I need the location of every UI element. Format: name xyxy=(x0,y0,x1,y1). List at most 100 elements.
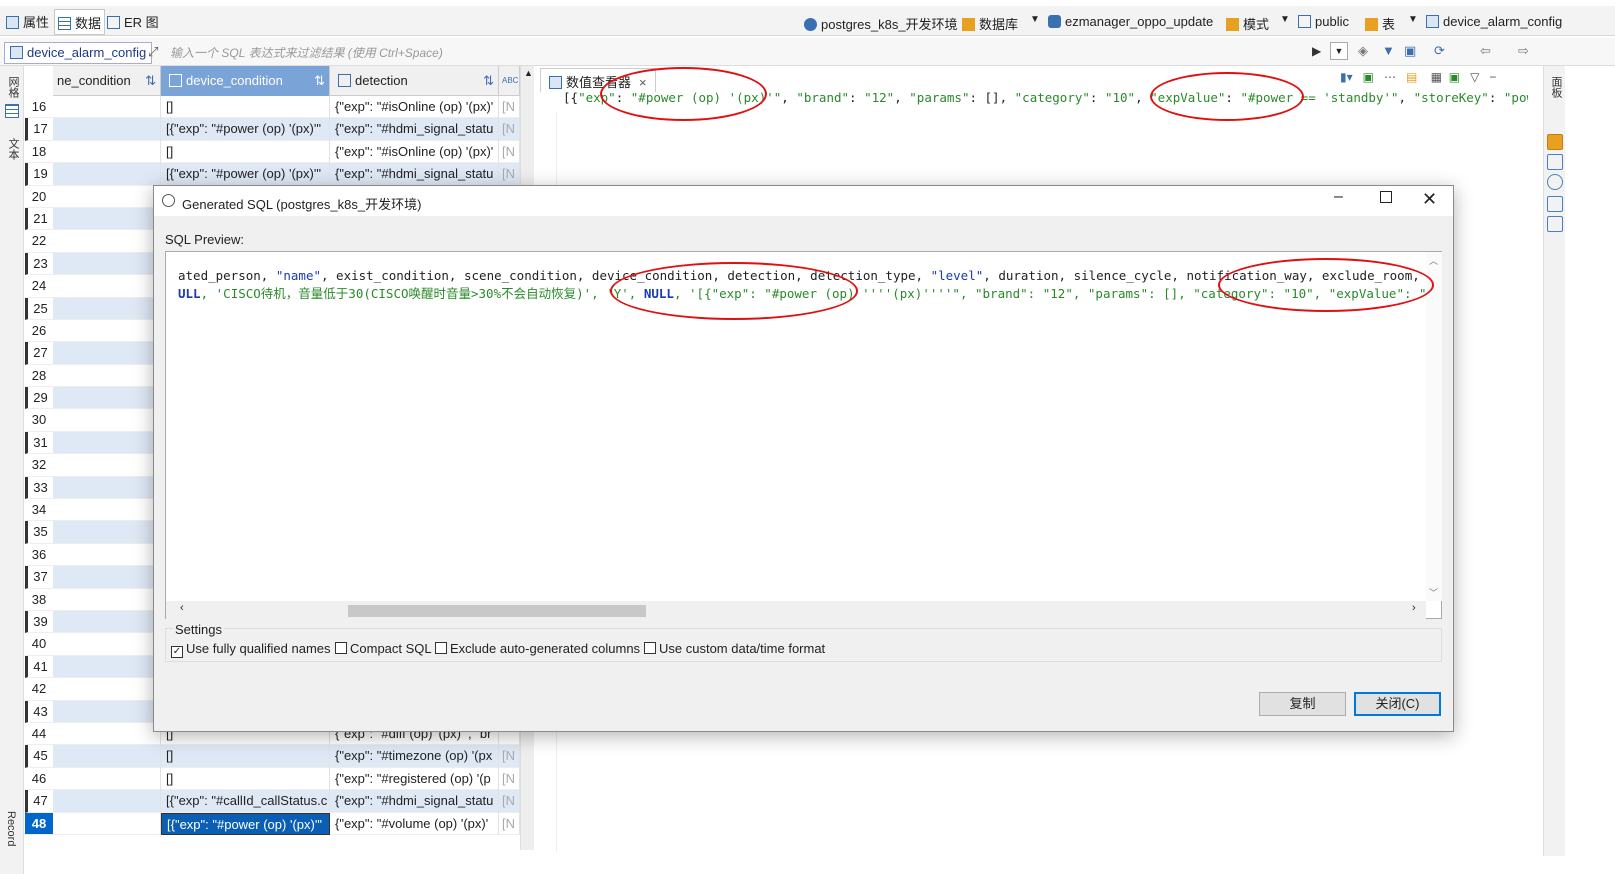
sql-horizontal-scrollbar[interactable]: ‹ › xyxy=(166,601,1426,619)
tab-properties[interactable]: 属性 xyxy=(6,12,49,32)
row-number[interactable]: 44 xyxy=(25,722,53,746)
table-cell[interactable] xyxy=(53,543,161,567)
row-number[interactable]: 34 xyxy=(25,499,53,522)
row-number[interactable]: 21 xyxy=(25,207,53,231)
save-to-file-icon[interactable]: ▣ xyxy=(1363,70,1374,84)
row-number[interactable]: 39 xyxy=(25,610,53,634)
tab-er-diagram[interactable]: ER 图 xyxy=(107,12,159,32)
table-cell[interactable]: [{"exp": "#callId_callStatus.c xyxy=(161,790,330,813)
scroll-down-icon[interactable]: ﹀ xyxy=(1429,586,1438,599)
copy-button[interactable]: 复制 xyxy=(1259,692,1346,716)
grid-panel-icon[interactable] xyxy=(1547,154,1563,170)
table-cell[interactable] xyxy=(53,364,161,388)
schema-selector[interactable]: public xyxy=(1298,14,1349,29)
expand-icon[interactable]: ⤢ xyxy=(148,44,158,60)
row-number[interactable]: 30 xyxy=(25,409,53,432)
table-cell[interactable]: [N xyxy=(499,140,520,164)
exclude-auto-columns-checkbox[interactable]: Exclude auto-generated columns xyxy=(435,641,640,656)
content-type-icon[interactable]: ▮▾ xyxy=(1340,70,1353,84)
close-button[interactable]: 关闭(C) xyxy=(1354,692,1441,716)
table-cell[interactable] xyxy=(53,185,161,208)
filter-settings-icon[interactable]: ▣ xyxy=(1404,43,1416,59)
tab-data[interactable]: 数据 xyxy=(54,9,106,35)
table-row[interactable]: [{"exp": "#power (op) '(px)'" {"exp": "#h… xyxy=(53,163,520,186)
row-number[interactable]: 17 xyxy=(25,118,53,141)
table-row[interactable]: [] {"exp": "#registered (op) '(p [N xyxy=(53,767,520,791)
table-cell[interactable] xyxy=(53,342,161,365)
panels-tab[interactable]: 面板 xyxy=(1548,76,1564,98)
eraser-icon[interactable]: ◈ xyxy=(1358,43,1368,59)
compact-sql-checkbox[interactable]: Compact SQL xyxy=(335,641,432,656)
scroll-right-icon[interactable]: › xyxy=(1412,602,1416,614)
table-cell[interactable] xyxy=(53,588,161,611)
row-number[interactable]: 31 xyxy=(25,431,53,455)
checkbox-box[interactable]: ✓ xyxy=(171,646,183,658)
table-cell[interactable]: [] xyxy=(161,767,330,791)
table-cell[interactable] xyxy=(53,655,161,679)
table-cell[interactable] xyxy=(53,207,161,231)
row-number[interactable]: 40 xyxy=(25,633,53,656)
table-cell[interactable] xyxy=(53,678,161,701)
row-number[interactable]: 24 xyxy=(25,275,53,298)
scroll-up-icon[interactable]: ︿ xyxy=(1429,254,1438,267)
filter-history-icon[interactable]: ▼ xyxy=(1330,42,1348,60)
row-number[interactable]: 16 xyxy=(25,96,53,119)
row-number[interactable]: 45 xyxy=(25,745,53,768)
custom-datetime-format-checkbox[interactable]: Use custom data/time format xyxy=(644,641,825,656)
table-cell[interactable]: {"exp": "#volume (op) '(px)' xyxy=(330,812,499,835)
value-panel-icon[interactable] xyxy=(1547,196,1563,212)
layout-panel-icon[interactable] xyxy=(1547,216,1563,232)
column-header-detection[interactable]: detection ⇅ xyxy=(330,66,499,96)
table-cell[interactable]: [] xyxy=(161,745,330,768)
text-view-tab[interactable]: 文本 xyxy=(5,138,21,160)
column-header-text-type[interactable]: ABC xyxy=(499,66,520,96)
table-cell[interactable] xyxy=(53,610,161,634)
connection-selector[interactable]: postgres_k8s_开发环境 xyxy=(804,14,958,33)
row-number[interactable]: 43 xyxy=(25,700,53,723)
row-number[interactable]: 32 xyxy=(25,454,53,477)
table-cell[interactable]: [N xyxy=(499,767,520,791)
sort-icon[interactable]: ⇅ xyxy=(314,66,325,96)
record-view-tab[interactable]: Record xyxy=(5,811,17,846)
row-number[interactable]: 46 xyxy=(25,767,53,791)
scroll-thumb[interactable] xyxy=(348,605,646,617)
table-cell[interactable]: {"exp": "#hdmi_signal_statu xyxy=(330,163,499,186)
table-cell[interactable] xyxy=(53,812,161,835)
table-cell[interactable]: [{"exp": "#power (op) '(px)'" xyxy=(161,118,330,141)
scroll-left-icon[interactable]: ‹ xyxy=(180,602,184,614)
table-cell[interactable]: {"exp": "#timezone (op) '(px xyxy=(330,745,499,768)
sql-vertical-scrollbar[interactable]: ︿ ﹀ xyxy=(1426,252,1442,601)
row-number[interactable]: 18 xyxy=(25,140,53,164)
table-cell[interactable] xyxy=(53,297,161,320)
row-number[interactable]: 22 xyxy=(25,230,53,253)
table-cell[interactable] xyxy=(53,700,161,723)
grid-view-tab[interactable]: 网格 xyxy=(5,76,21,98)
row-number[interactable]: 41 xyxy=(25,655,53,679)
table-cell[interactable] xyxy=(53,230,161,253)
table-cell[interactable] xyxy=(53,566,161,589)
table-row[interactable]: [{"exp": "#callId_callStatus.c {"exp": "#… xyxy=(53,790,520,813)
table-cell[interactable]: [] xyxy=(161,96,330,119)
row-number[interactable]: 23 xyxy=(25,252,53,276)
sort-icon[interactable]: ⇅ xyxy=(145,66,156,96)
back-arrow-icon[interactable]: ⇦ xyxy=(1480,43,1491,59)
properties-panel-icon[interactable] xyxy=(1547,134,1563,150)
table-cell[interactable]: [] xyxy=(161,140,330,164)
more-icon[interactable]: ⋯ xyxy=(1384,70,1396,84)
database-dropdown-icon[interactable]: ▼ xyxy=(1030,14,1040,25)
auto-apply-icon[interactable]: ▣ xyxy=(1449,70,1460,84)
table-cell[interactable] xyxy=(53,454,161,477)
grid-view-icon[interactable] xyxy=(5,104,19,118)
table-cell[interactable] xyxy=(53,163,161,186)
maximize-icon[interactable] xyxy=(1380,191,1392,203)
table-row[interactable]: [] {"exp": "#isOnline (op) '(px)' [N xyxy=(53,96,520,119)
apply-filter-icon[interactable]: ▶ xyxy=(1312,44,1321,58)
table-cell[interactable]: {"exp": "#hdmi_signal_statu xyxy=(330,790,499,813)
table-cell[interactable] xyxy=(53,767,161,791)
table-name-chip[interactable]: device_alarm_config xyxy=(4,42,153,64)
row-number[interactable]: 28 xyxy=(25,364,53,388)
fully-qualified-names-checkbox[interactable]: ✓ Use fully qualified names xyxy=(171,641,331,658)
row-number[interactable]: 38 xyxy=(25,588,53,611)
row-number[interactable]: 26 xyxy=(25,319,53,343)
column-header-scene-condition[interactable]: ne_condition ⇅ xyxy=(53,66,161,96)
